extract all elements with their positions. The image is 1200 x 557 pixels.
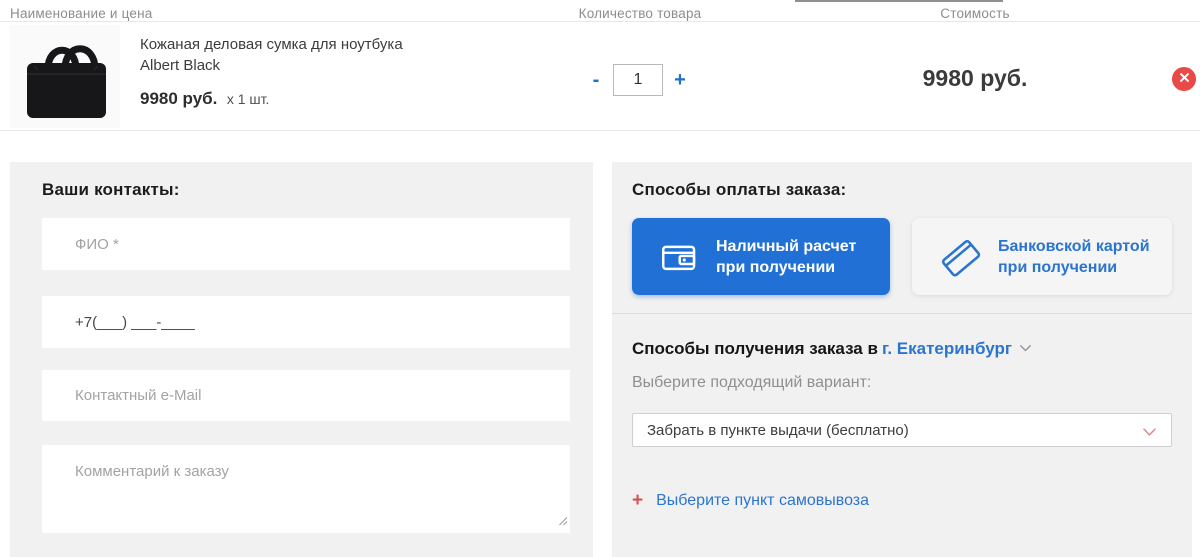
variant-label: Выберите подходящий вариант: — [632, 374, 872, 391]
unit-price-line: 9980 руб. х 1 шт. — [140, 89, 269, 109]
product-image[interactable] — [10, 25, 120, 128]
wallet-icon — [658, 236, 700, 278]
phone-input[interactable] — [42, 296, 570, 348]
payment-cash-label: Наличный расчет при получении — [716, 237, 857, 276]
delivery-title-text: Способы получения заказа в — [632, 339, 878, 358]
unit-qty: х 1 шт. — [226, 91, 270, 107]
delivery-title: Способы получения заказа в г. Екатеринбур… — [632, 338, 1032, 359]
comment-field-wrap — [42, 445, 570, 533]
name-input[interactable] — [42, 218, 570, 270]
payment-cash-button[interactable]: Наличный расчет при получении — [632, 218, 890, 295]
order-panel: Способы оплаты заказа: Наличный расчет п… — [612, 162, 1192, 557]
payment-card-label: Банковской картой при получении — [998, 237, 1150, 276]
qty-input[interactable] — [613, 64, 663, 96]
header-quantity: Количество товара — [578, 6, 702, 21]
checkout-page: Наименование и цена Количество товара Ст… — [0, 0, 1200, 557]
close-icon — [1179, 70, 1190, 88]
variant-select[interactable]: Забрать в пункте выдачи (бесплатно) — [632, 413, 1172, 447]
chevron-down-icon — [1019, 338, 1032, 357]
payment-card-button[interactable]: Банковской картой при получении — [912, 218, 1172, 295]
select-chevron-icon — [1142, 425, 1157, 443]
qty-stepper: - + — [585, 63, 691, 97]
select-value: Забрать в пункте выдачи (бесплатно) — [647, 421, 909, 439]
product-title: Кожаная деловая сумка для ноутбука — [140, 36, 403, 53]
qty-increase-button[interactable]: + — [669, 63, 691, 97]
pickup-link[interactable]: + Выберите пункт самовывоза — [632, 490, 870, 511]
plus-icon: + — [632, 490, 644, 511]
product-title-block: Кожаная деловая сумка для ноутбука Alber… — [140, 34, 403, 76]
pickup-link-label: Выберите пункт самовывоза — [656, 492, 870, 509]
unit-price: 9980 руб. — [140, 89, 218, 108]
top-edge-line — [795, 0, 1003, 2]
qty-decrease-button[interactable]: - — [585, 63, 607, 97]
resize-handle-icon[interactable] — [557, 513, 568, 531]
payment-title: Способы оплаты заказа: — [632, 180, 847, 199]
item-total: 9980 руб. — [922, 65, 1028, 91]
header-name-price: Наименование и цена — [10, 6, 153, 21]
contacts-panel: Ваши контакты: — [10, 162, 593, 557]
city-link[interactable]: г. Екатеринбург — [882, 339, 1012, 358]
comment-textarea[interactable] — [42, 445, 570, 533]
email-input[interactable] — [42, 370, 570, 421]
panel-divider — [612, 313, 1192, 314]
card-icon — [938, 235, 982, 279]
cart-item-row: Кожаная деловая сумка для ноутбука Alber… — [0, 23, 1200, 131]
cart-header-row: Наименование и цена Количество товара Ст… — [0, 0, 1200, 22]
product-subtitle: Albert Black — [140, 57, 221, 74]
remove-item-button[interactable] — [1172, 67, 1196, 91]
contacts-title: Ваши контакты: — [42, 180, 180, 199]
header-cost: Стоимость — [940, 6, 1010, 21]
bag-icon — [10, 45, 120, 132]
